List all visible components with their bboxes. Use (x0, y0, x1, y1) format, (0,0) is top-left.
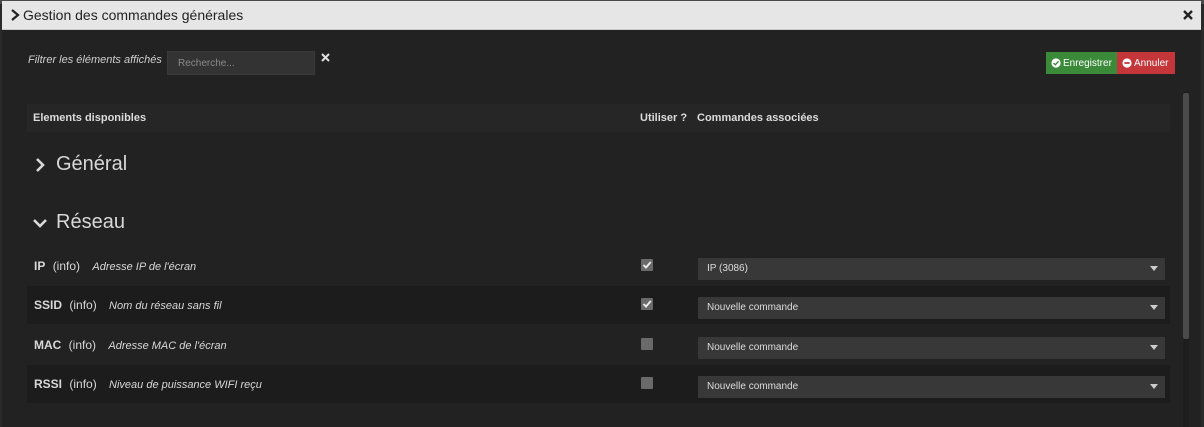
check-icon (642, 261, 652, 269)
command-select[interactable]: Nouvelle commande (698, 337, 1165, 359)
table-row: SSID (info) Nom du réseau sans fil Nouve… (27, 286, 1170, 324)
command-type: (info) (69, 298, 97, 312)
command-select-value: Nouvelle commande (707, 342, 799, 353)
row-label: IP (info) Adresse IP de l'écran (34, 259, 196, 273)
command-select[interactable]: IP (3086) (698, 258, 1165, 280)
cancel-button[interactable]: Annuler (1117, 52, 1175, 74)
section-general[interactable]: Général (32, 153, 127, 176)
command-name: IP (34, 259, 46, 273)
command-select-value: Nouvelle commande (707, 381, 799, 392)
caret-down-icon (1150, 305, 1158, 310)
command-description: Adresse MAC de l'écran (108, 340, 227, 352)
clear-icon[interactable] (320, 52, 331, 63)
dialog-title: Gestion des commandes générales (23, 7, 244, 23)
save-label: Enregistrer (1063, 57, 1112, 69)
command-select[interactable]: Nouvelle commande (698, 376, 1165, 398)
section-label: Général (56, 153, 128, 175)
command-name: MAC (34, 338, 62, 352)
command-type: (info) (68, 338, 97, 352)
header-use: Utiliser ? (640, 112, 688, 124)
command-name: RSSI (34, 377, 63, 391)
table-row: IP (info) Adresse IP de l'écran IP (3086… (27, 247, 1170, 285)
section-label: Réseau (56, 211, 125, 233)
command-type: (info) (69, 377, 97, 391)
check-circle-icon (1051, 58, 1061, 68)
command-select-value: IP (3086) (707, 263, 748, 274)
table-header: Elements disponibles Utiliser ? Commande… (27, 104, 1170, 132)
chevron-down-icon (33, 218, 47, 228)
filter-label: Filtrer les éléments affichés (28, 54, 162, 66)
manage-commands-dialog: Gestion des commandes générales Filtrer … (2, 1, 1201, 427)
table-row: MAC (info) Adresse MAC de l'écran Nouvel… (27, 326, 1170, 364)
header-commands: Commandes associées (697, 112, 819, 124)
use-checkbox[interactable] (641, 259, 653, 271)
use-checkbox[interactable] (641, 377, 653, 389)
row-label: MAC (info) Adresse MAC de l'écran (34, 338, 227, 352)
command-name: SSID (34, 298, 63, 312)
row-label: SSID (info) Nom du réseau sans fil (34, 298, 222, 312)
caret-down-icon (1150, 384, 1158, 389)
caret-down-icon (1150, 266, 1158, 271)
table-row: RSSI (info) Niveau de puissance WIFI reç… (27, 365, 1170, 403)
command-description: Adresse IP de l'écran (92, 261, 197, 273)
command-type: (info) (52, 259, 81, 273)
save-button[interactable]: Enregistrer (1046, 52, 1117, 74)
minus-circle-icon (1122, 58, 1132, 68)
close-icon[interactable] (1181, 8, 1195, 22)
caret-down-icon (1150, 345, 1158, 350)
header-elements: Elements disponibles (33, 112, 147, 124)
use-checkbox[interactable] (641, 298, 653, 310)
command-description: Nom du réseau sans fil (109, 300, 222, 312)
command-description: Niveau de puissance WIFI reçu (109, 379, 262, 391)
use-checkbox[interactable] (641, 338, 653, 350)
section-reseau[interactable]: Réseau (32, 211, 125, 234)
command-select-value: Nouvelle commande (707, 302, 799, 313)
command-select[interactable]: Nouvelle commande (698, 297, 1165, 319)
row-label: RSSI (info) Niveau de puissance WIFI reç… (34, 377, 262, 391)
check-icon (642, 300, 652, 308)
dialog-titlebar: Gestion des commandes générales (2, 1, 1201, 30)
cancel-label: Annuler (1134, 57, 1169, 69)
scrollbar-thumb[interactable] (1183, 93, 1189, 339)
chevron-right-icon (36, 157, 45, 172)
search-input[interactable] (167, 51, 315, 75)
chevron-right-icon (11, 9, 20, 21)
